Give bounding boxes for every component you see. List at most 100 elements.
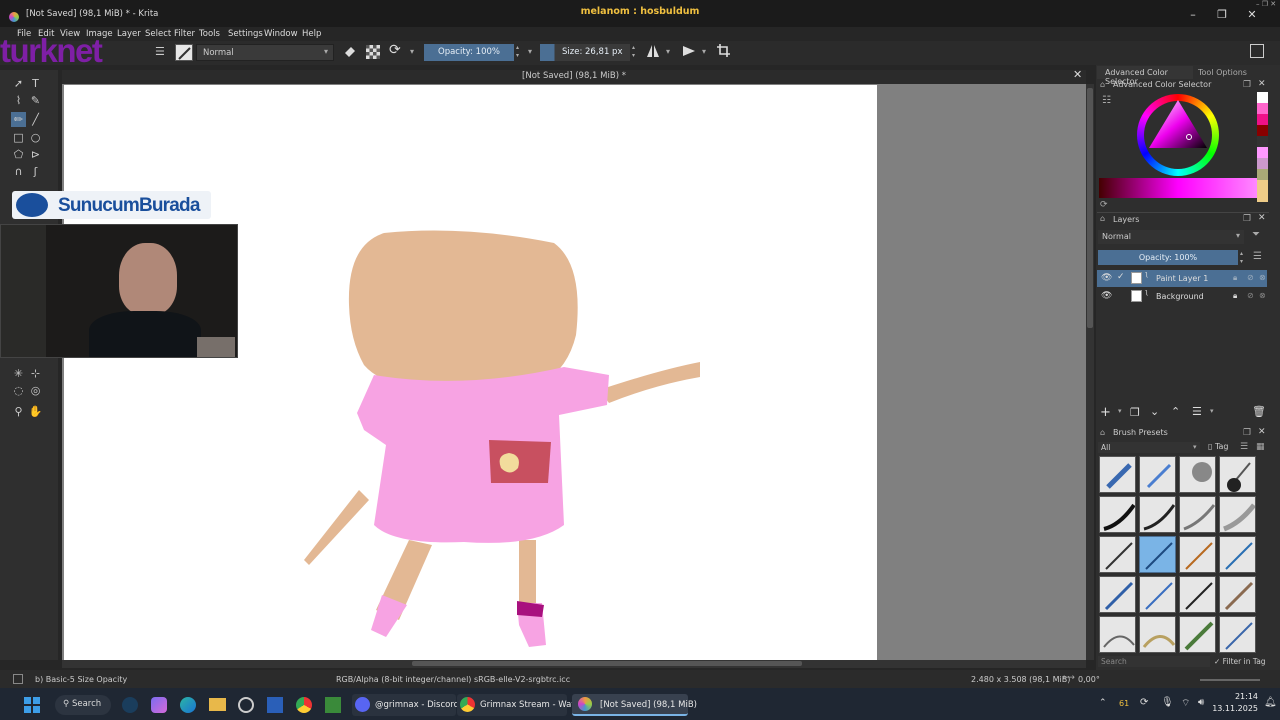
color-history[interactable]: [1257, 92, 1268, 202]
windows-start-icon[interactable]: [24, 697, 40, 713]
delete-layer-icon[interactable]: 🗑: [1252, 405, 1266, 418]
tray-chevron-icon[interactable]: ⌃: [1099, 698, 1107, 708]
wrap-around-icon[interactable]: [716, 43, 731, 58]
add-layer-icon[interactable]: +: [1100, 405, 1111, 420]
tray-date[interactable]: 13.11.2025: [1212, 704, 1258, 713]
taskbar-search[interactable]: ⚲ Search: [55, 695, 111, 715]
vertical-scrollbar[interactable]: [1086, 84, 1094, 660]
brush-preset-2[interactable]: [1139, 456, 1176, 493]
steam-icon[interactable]: [122, 697, 138, 713]
size-spin-icon[interactable]: ▴ ▾: [632, 44, 635, 60]
line-tool-icon[interactable]: ╱: [28, 112, 43, 127]
ellipse-tool-icon[interactable]: ○: [28, 130, 43, 145]
brush-preset-4[interactable]: [1219, 456, 1256, 493]
zoom-slider[interactable]: [1200, 679, 1260, 681]
opacity-slider[interactable]: Opacity: 100%: [424, 44, 514, 61]
notification-icon[interactable]: 🔔︎: [1264, 697, 1277, 708]
layer-alpha-icon-2[interactable]: ⊘: [1247, 291, 1254, 300]
brush-preset-11[interactable]: [1179, 536, 1216, 573]
layer-inherit-alpha-icon-2[interactable]: ⊗: [1259, 291, 1266, 300]
brush-preset-9[interactable]: [1099, 536, 1136, 573]
brush-search-input[interactable]: Search: [1098, 656, 1210, 667]
filter-icon[interactable]: ⏷: [1252, 229, 1260, 240]
mirror-horizontal-icon[interactable]: [646, 44, 660, 58]
app-icon-round[interactable]: [238, 697, 254, 713]
layers-close-icon[interactable]: ✕: [1258, 213, 1266, 223]
brush-preset-12[interactable]: [1219, 536, 1256, 573]
brush-preset-17[interactable]: [1099, 616, 1136, 653]
visibility-eye-icon[interactable]: 👁: [1101, 273, 1112, 283]
visibility-eye-icon-2[interactable]: 👁: [1101, 291, 1112, 301]
brush-lock-icon[interactable]: ⌂: [1100, 428, 1105, 437]
menu-settings[interactable]: Settings: [228, 29, 263, 39]
maximize-button[interactable]: ❐: [1214, 8, 1230, 21]
rectangle-tool-icon[interactable]: □: [11, 130, 26, 145]
bezier-select-icon[interactable]: ◌: [11, 383, 26, 398]
tray-sync-icon[interactable]: ⟳: [1140, 697, 1148, 708]
tab-advanced-color[interactable]: Advanced Color Selector: [1097, 66, 1193, 86]
tray-wifi-icon[interactable]: ⌔: [1181, 697, 1190, 710]
close-button[interactable]: ✕: [1244, 8, 1260, 21]
brush-preset-18[interactable]: [1139, 616, 1176, 653]
brush-tag-select[interactable]: All: [1098, 442, 1200, 453]
brush-preset-14[interactable]: [1139, 576, 1176, 613]
bezier-tool-icon[interactable]: ∩: [11, 164, 26, 179]
layer-checked-icon[interactable]: ✓: [1117, 272, 1125, 282]
status-rotation[interactable]: 0,00°: [1078, 675, 1100, 684]
magnetic-select-icon[interactable]: ◎: [28, 383, 43, 398]
close-document-icon[interactable]: ✕: [1073, 68, 1082, 81]
layer-lock-icon[interactable]: 🔒︎: [1233, 273, 1237, 283]
freehand-path-icon[interactable]: ʃ: [28, 164, 43, 179]
brush-preset-10-selected[interactable]: [1139, 536, 1176, 573]
polygon-tool-icon[interactable]: ⬠: [11, 147, 26, 162]
zoom-tool-icon[interactable]: ⚲: [11, 404, 26, 419]
layers-lock-icon[interactable]: ⌂: [1100, 214, 1105, 223]
preserve-alpha-icon[interactable]: [366, 45, 380, 59]
minecraft-icon[interactable]: [325, 697, 341, 713]
color-settings-icon[interactable]: ☷: [1102, 95, 1111, 106]
duplicate-layer-icon[interactable]: ❐: [1130, 406, 1140, 419]
brush-preset-3[interactable]: [1179, 456, 1216, 493]
edit-shapes-icon[interactable]: ⌇: [11, 93, 26, 108]
minimize-button[interactable]: –: [1185, 8, 1201, 21]
powershell-icon[interactable]: [267, 697, 283, 713]
move-down-icon[interactable]: ⌄: [1150, 405, 1159, 418]
brush-preset-13[interactable]: [1099, 576, 1136, 613]
color-sliders[interactable]: [1099, 178, 1257, 198]
pan-tool-icon[interactable]: ✋: [28, 404, 43, 419]
brush-preset-7[interactable]: [1179, 496, 1216, 533]
blend-mode-select[interactable]: Normal: [196, 44, 334, 61]
edge-icon[interactable]: [180, 697, 196, 713]
brush-settings-icon[interactable]: ☰: [155, 46, 167, 58]
opacity-spin-icon[interactable]: ▴ ▾: [516, 44, 519, 60]
brush-preset-16[interactable]: [1219, 576, 1256, 613]
layer-alpha-icon[interactable]: ⊘: [1247, 273, 1254, 282]
layer-menu-icon[interactable]: ☰: [1253, 251, 1262, 262]
tray-volume-icon[interactable]: 🔊︎: [1198, 697, 1204, 708]
mirror-vertical-icon[interactable]: [682, 44, 696, 58]
magic-wand-icon[interactable]: ✳: [11, 366, 26, 381]
refresh-icon[interactable]: ⟳: [1100, 200, 1108, 210]
layer-row-background[interactable]: 👁 ʅ Background 🔒︎ ⊘ ⊗: [1097, 288, 1267, 305]
filter-in-tag-checkbox[interactable]: ✓ Filter in Tag: [1214, 657, 1266, 666]
layer-opacity-slider[interactable]: Opacity: 100%: [1098, 250, 1238, 265]
layer-properties-icon[interactable]: ☰: [1192, 405, 1202, 418]
brush-preset-1[interactable]: [1099, 456, 1136, 493]
status-color-space[interactable]: RGB/Alpha (8-bit integer/channel) sRGB-e…: [336, 675, 570, 684]
layer-inherit-alpha-icon[interactable]: ⊗: [1259, 273, 1266, 282]
size-slider[interactable]: Size: 26,81 px: [540, 44, 630, 61]
brush-preset-5[interactable]: [1099, 496, 1136, 533]
reload-preset-icon[interactable]: ⟳: [389, 42, 401, 58]
float-panel-icon[interactable]: ❐: [1243, 80, 1251, 90]
brush-close-icon[interactable]: ✕: [1258, 427, 1266, 437]
layers-float-icon[interactable]: ❐: [1243, 214, 1251, 224]
app-icon-purple[interactable]: [151, 697, 167, 713]
move-up-icon[interactable]: ⌃: [1171, 405, 1180, 418]
layer-blend-select[interactable]: Normal: [1098, 230, 1244, 244]
color-triangle[interactable]: [1145, 98, 1211, 164]
brush-preset-19[interactable]: [1179, 616, 1216, 653]
layer-name-2[interactable]: Background: [1156, 292, 1204, 301]
workspace-icon[interactable]: [1250, 44, 1264, 58]
brush-view-icon[interactable]: ☰: [1240, 442, 1248, 452]
brush-grid-icon[interactable]: ▦: [1256, 442, 1265, 452]
